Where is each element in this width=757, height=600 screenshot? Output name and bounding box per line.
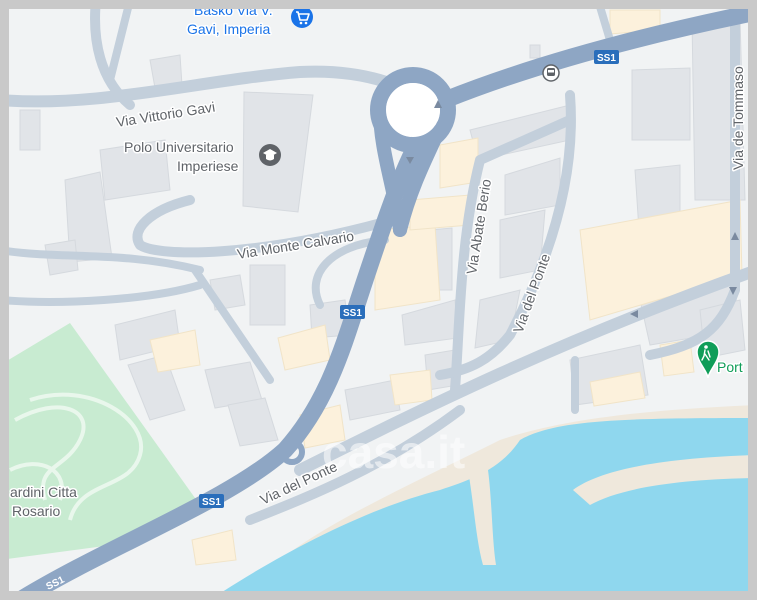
poi-basko-label-line1: Basko Via V.: [194, 9, 273, 18]
poi-port-label: Port: [717, 359, 743, 375]
poi-giardini-label-line2: i Rosario: [9, 503, 60, 519]
poi-polo-label-line1: Polo Universitario: [124, 139, 234, 155]
svg-text:SS1: SS1: [202, 497, 221, 508]
svg-text:SS1: SS1: [597, 53, 616, 64]
graduation-cap-icon: [259, 144, 281, 166]
map-canvas[interactable]: casa.it Via Vittorio Gavi Via Monte Calv…: [9, 9, 748, 591]
ss1-shield-top: SS1: [594, 50, 619, 64]
watermark: casa.it: [322, 426, 465, 478]
roundabout-island: [386, 83, 440, 137]
ss1-shield-low: SS1: [199, 494, 224, 508]
svg-text:SS1: SS1: [343, 308, 362, 319]
poi-giardini-label-line1: ardini Citta: [10, 484, 77, 500]
poi-basko-label-line2: Gavi, Imperia: [187, 21, 270, 37]
street-label-via-de-tommaso: Via de Tommaso: [730, 66, 746, 170]
map-frame: casa.it Via Vittorio Gavi Via Monte Calv…: [9, 9, 748, 591]
ss1-shield-mid: SS1: [340, 305, 365, 319]
bus-stop-icon[interactable]: [542, 64, 560, 82]
poi-polo-label-line2: Imperiese: [177, 158, 239, 174]
